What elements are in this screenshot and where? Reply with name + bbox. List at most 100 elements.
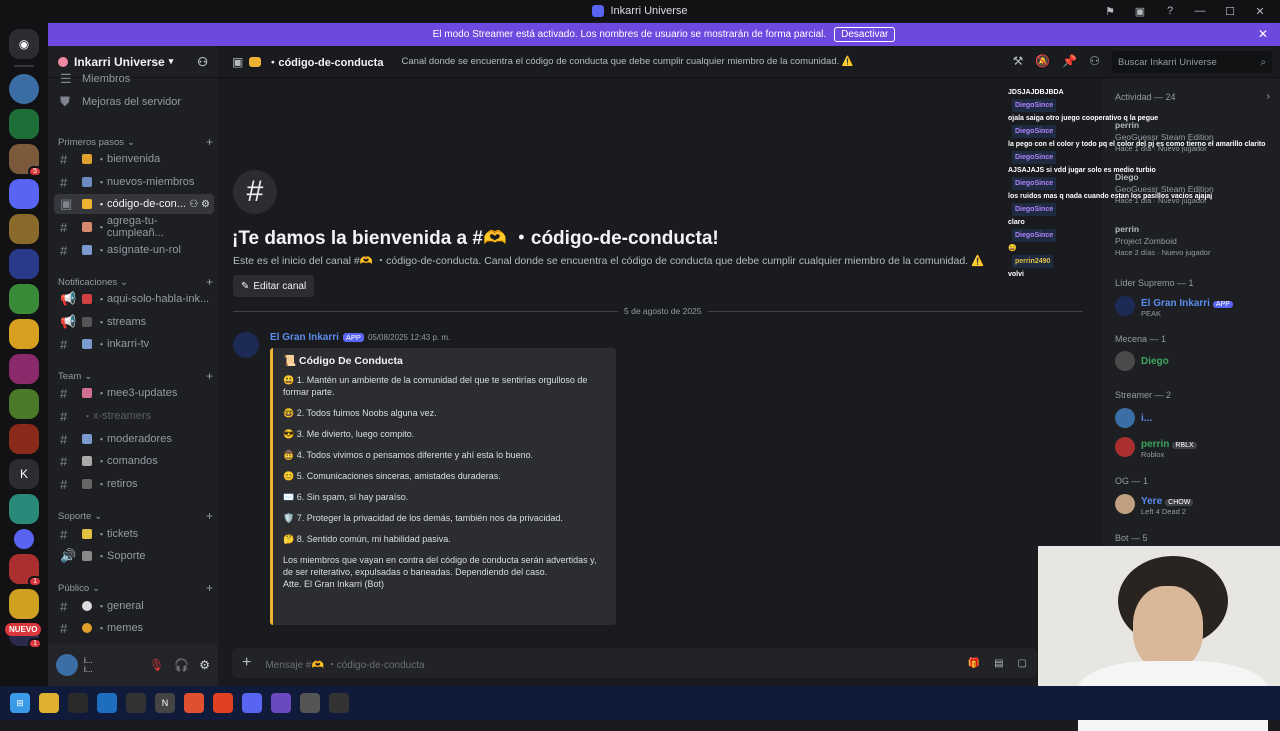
- discord-icon[interactable]: [242, 693, 262, 713]
- server-icon[interactable]: [9, 213, 39, 244]
- server-icon[interactable]: [9, 108, 39, 139]
- member-item[interactable]: El Gran Inkarri APP PEAK: [1115, 293, 1233, 319]
- brave-browser-icon[interactable]: [213, 693, 233, 713]
- channel-memes[interactable]: # ・ memes: [54, 618, 214, 638]
- pin-icon[interactable]: 📌: [1062, 54, 1077, 68]
- category-notificaciones[interactable]: Notificaciones ⌄ +: [58, 275, 213, 289]
- member-item[interactable]: i...: [1115, 405, 1152, 431]
- server-icon[interactable]: [9, 248, 39, 279]
- channel-bienvenida[interactable]: # ・ bienvenida: [54, 149, 214, 169]
- edit-channel-button[interactable]: ✎ Editar canal: [233, 275, 315, 297]
- folder-icon[interactable]: [14, 528, 34, 549]
- server-icon[interactable]: [9, 588, 39, 619]
- headphones-icon[interactable]: 🎧: [174, 658, 189, 672]
- avatar[interactable]: [233, 332, 259, 358]
- home-discord-icon[interactable]: ◉: [9, 28, 39, 59]
- add-channel-icon[interactable]: +: [206, 135, 213, 149]
- server-icon[interactable]: [9, 73, 39, 104]
- calendar-icon[interactable]: [126, 693, 146, 713]
- close-window-icon[interactable]: ✕: [1248, 2, 1272, 20]
- channel-codigo-de-conducta[interactable]: ▣ ・ código-de-con... ⚇ ⚙: [54, 194, 214, 214]
- channel-x-streamers[interactable]: # ・ x-streamers: [54, 406, 214, 426]
- channel-nuevos-miembros[interactable]: # ・ nuevos-miembros: [54, 172, 214, 192]
- channel-soporte-voice[interactable]: 🔊 ・ Soporte: [54, 546, 214, 566]
- server-k-icon[interactable]: K: [9, 458, 39, 489]
- folder-icon[interactable]: [9, 178, 39, 209]
- server-icon[interactable]: [9, 388, 39, 419]
- category-soporte[interactable]: Soporte ⌄ +: [58, 509, 213, 523]
- channel-aqui-solo-habla[interactable]: 📢 ・ aqui-solo-habla-ink...: [54, 289, 214, 309]
- gif-icon[interactable]: ▤: [994, 658, 1003, 669]
- app-icon[interactable]: [271, 693, 291, 713]
- channel-general[interactable]: # ・ general: [54, 596, 214, 616]
- rule-item: 🤠 4. Todos vivimos o pensamos diferente …: [283, 450, 534, 460]
- server-icon[interactable]: 1: [9, 553, 42, 587]
- maximize-icon[interactable]: ☐: [1218, 2, 1242, 20]
- app-badge: APP: [1212, 300, 1233, 308]
- add-attachment-icon[interactable]: +: [242, 654, 251, 672]
- hash-icon: #: [60, 408, 68, 424]
- pencil-icon: ✎: [241, 280, 250, 292]
- channel-cumpleanos[interactable]: # ・ agrega-tu-cumpleañ...: [54, 215, 214, 239]
- channel-streams[interactable]: 📢 ・ streams: [54, 312, 214, 332]
- file-explorer-icon[interactable]: [39, 693, 59, 713]
- channel-mee3-updates[interactable]: # ・ mee3-updates: [54, 383, 214, 403]
- add-channel-icon[interactable]: +: [206, 581, 213, 595]
- threads-icon[interactable]: ⚒: [1013, 54, 1024, 68]
- new-badge[interactable]: NUEVO: [5, 623, 42, 636]
- category-primeros-pasos[interactable]: Primeros pasos ⌄ +: [58, 135, 213, 149]
- minimize-icon[interactable]: —: [1188, 2, 1212, 20]
- member-item[interactable]: Yere CHOW Left 4 Dead 2: [1115, 491, 1194, 517]
- gear-icon[interactable]: ⚙: [199, 658, 210, 672]
- channel-asignate-un-rol[interactable]: # ・ asígnate-un-rol: [54, 240, 214, 260]
- member-item[interactable]: Diego: [1115, 348, 1169, 374]
- server-icon[interactable]: [9, 423, 39, 454]
- sticker-icon[interactable]: ▢: [1018, 658, 1027, 669]
- category-team[interactable]: Team ⌄ +: [58, 369, 213, 383]
- gift-icon[interactable]: 🎁: [968, 658, 980, 669]
- members-icon: ☰: [60, 72, 72, 86]
- avatar[interactable]: [56, 654, 78, 676]
- message-author[interactable]: El Gran Inkarri: [270, 332, 339, 343]
- app-icon[interactable]: [68, 693, 88, 713]
- server-icon[interactable]: [9, 283, 39, 314]
- add-channel-icon[interactable]: +: [206, 275, 213, 289]
- server-icon[interactable]: [9, 493, 39, 524]
- channel-comandos[interactable]: # ・ comandos: [54, 451, 214, 471]
- vscode-icon[interactable]: [97, 693, 117, 713]
- emoji-icon: [82, 479, 92, 489]
- add-channel-icon[interactable]: +: [206, 369, 213, 383]
- close-banner-icon[interactable]: ✕: [1258, 27, 1268, 41]
- channel-tickets[interactable]: # ・ tickets: [54, 524, 214, 544]
- search-input[interactable]: Buscar Inkarri Universe ⌕: [1112, 51, 1272, 73]
- help-icon[interactable]: ?: [1158, 2, 1182, 20]
- invite-settings-icon[interactable]: ⚇ ⚙: [189, 199, 210, 210]
- bell-muted-icon[interactable]: 🔕: [1035, 54, 1050, 68]
- members-list-icon[interactable]: ⚇: [1089, 54, 1100, 68]
- obs-icon[interactable]: [300, 693, 320, 713]
- notion-icon[interactable]: N: [155, 693, 175, 713]
- windows-start-icon[interactable]: ⊞: [10, 693, 30, 713]
- server-icon[interactable]: [9, 353, 39, 384]
- message-input[interactable]: + Mensaje #🫶 ・código-de-conducta 🎁 ▤ ▢: [232, 648, 1037, 678]
- inbox-icon[interactable]: ▣: [1128, 2, 1152, 20]
- add-channel-icon[interactable]: +: [206, 509, 213, 523]
- server-icon[interactable]: [9, 318, 39, 349]
- app-icon[interactable]: [184, 693, 204, 713]
- member-item[interactable]: perrin RBLX Roblox: [1115, 434, 1197, 460]
- channel-inkarri-tv[interactable]: # ・ inkarri-tv: [54, 334, 214, 354]
- flag-icon[interactable]: ⚑: [1098, 2, 1122, 20]
- sidebar-item-members[interactable]: ☰ Miembros: [54, 72, 214, 86]
- member-text: El Gran Inkarri APP PEAK: [1141, 295, 1233, 318]
- member-group-title: OG — 1: [1115, 476, 1149, 486]
- app-icon[interactable]: [329, 693, 349, 713]
- deactivate-button[interactable]: Desactivar: [834, 27, 896, 42]
- category-publico[interactable]: Público ⌄ +: [58, 581, 213, 595]
- channel-moderadores[interactable]: # ・ moderadores: [54, 429, 214, 449]
- server-icon[interactable]: 5: [9, 143, 42, 177]
- sidebar-item-boosts[interactable]: ⛊ Mejoras del servidor: [54, 92, 214, 112]
- add-person-icon[interactable]: ⚇: [197, 55, 208, 69]
- channel-retiros[interactable]: # ・ retiros: [54, 474, 214, 494]
- mic-muted-icon[interactable]: 🎙: [149, 658, 164, 672]
- game-tag: RBLX: [1172, 441, 1197, 449]
